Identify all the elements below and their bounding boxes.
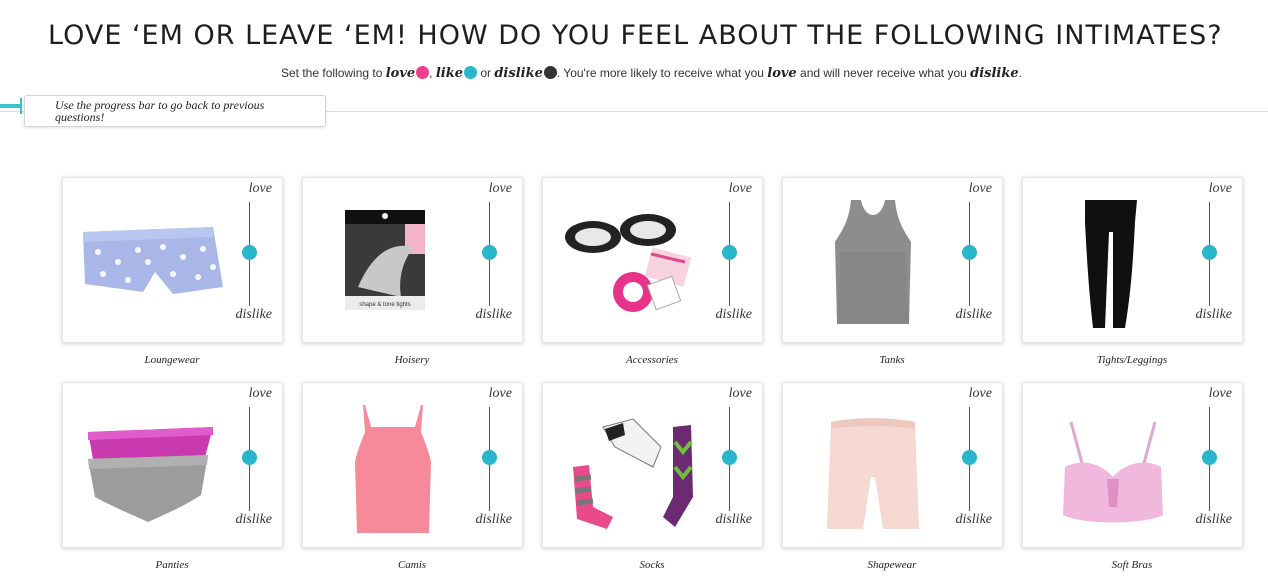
slider-knob[interactable] [242,245,257,260]
slider-love-label: love [248,181,272,196]
tank-top-image [835,200,911,324]
progress-hint-text: Use the progress bar to go back to previ… [55,98,265,124]
slider-love-label: love [968,181,992,196]
item-label: Soft Bras [1111,559,1153,571]
slider-knob[interactable] [962,245,977,260]
item-label: Accessories [626,354,678,366]
slider-love-label: love [488,386,512,401]
panties-image [88,427,213,522]
slider-love-label: love [728,181,752,196]
slider-dislike-label: dislike [1195,512,1232,527]
slider-knob[interactable] [1202,450,1217,465]
accessories-image [565,214,692,312]
like-word: like [435,66,463,81]
slider-dislike-label: dislike [475,512,512,527]
socks-image [573,418,693,529]
love-word: love [385,66,416,81]
dislike-dot-icon [543,66,557,79]
slider-love-label: love [968,386,992,401]
slider-knob[interactable] [242,450,257,465]
progress-hint-tooltip: Use the progress bar to go back to previ… [24,95,326,127]
item-card-loungewear: love dislike [62,177,283,343]
slider-love-label: love [248,386,272,401]
shorts-image [83,227,223,294]
slider-dislike-label: dislike [715,307,752,322]
slider-knob[interactable] [482,245,497,260]
item-label: Tanks [879,354,905,366]
slider-knob[interactable] [962,450,977,465]
dislike-word: dislike [494,66,543,81]
tights-package-image: shape & tone tights [345,210,425,310]
slider-dislike-label: dislike [235,307,272,322]
slider-love-label: love [728,386,752,401]
bra-image [1063,421,1163,523]
item-card-tanks: love dislike [782,177,1003,343]
cami-image [355,405,431,533]
item-label: Loungewear [144,354,200,366]
slider-love-label: love [1208,181,1232,196]
item-card-camis: love dislike [302,382,523,548]
item-card-soft-bras: love dislike [1022,382,1243,548]
slider-knob[interactable] [1202,245,1217,260]
item-card-panties: love dislike [62,382,283,548]
progress-marker[interactable] [20,98,22,114]
slider-knob[interactable] [722,450,737,465]
shapewear-image [827,418,919,529]
item-card-tights-leggings: love dislike [1022,177,1243,343]
svg-text:shape & tone tights: shape & tone tights [359,302,410,308]
slider-knob[interactable] [482,450,497,465]
item-label: Tights/Leggings [1096,354,1168,366]
instructions: Set the following to love, like or disli… [281,66,1022,81]
love-dot-icon [416,66,430,79]
item-label: Panties [155,559,189,571]
item-card-socks: love dislike [542,382,763,548]
item-card-hoisery: shape & tone tights love dislike [302,177,523,343]
slider-knob[interactable] [722,245,737,260]
slider-dislike-label: dislike [1195,307,1232,322]
item-label: Shapewear [867,559,917,571]
like-dot-icon [464,66,477,79]
item-card-accessories: love dislike [542,177,763,343]
item-label: Socks [639,559,665,571]
page-title: LOVE ‘EM OR LEAVE ‘EM! HOW DO YOU FEEL A… [48,20,1223,51]
slider-dislike-label: dislike [475,307,512,322]
slider-love-label: love [488,181,512,196]
slider-dislike-label: dislike [955,307,992,322]
slider-dislike-label: dislike [715,512,752,527]
item-card-shapewear: love dislike [782,382,1003,548]
slider-dislike-label: dislike [235,512,272,527]
item-label: Camis [397,559,427,571]
slider-dislike-label: dislike [955,512,992,527]
progress-bar[interactable] [0,104,22,108]
slider-love-label: love [1208,386,1232,401]
item-label: Hoisery [394,354,430,366]
leggings-image [1085,200,1137,328]
